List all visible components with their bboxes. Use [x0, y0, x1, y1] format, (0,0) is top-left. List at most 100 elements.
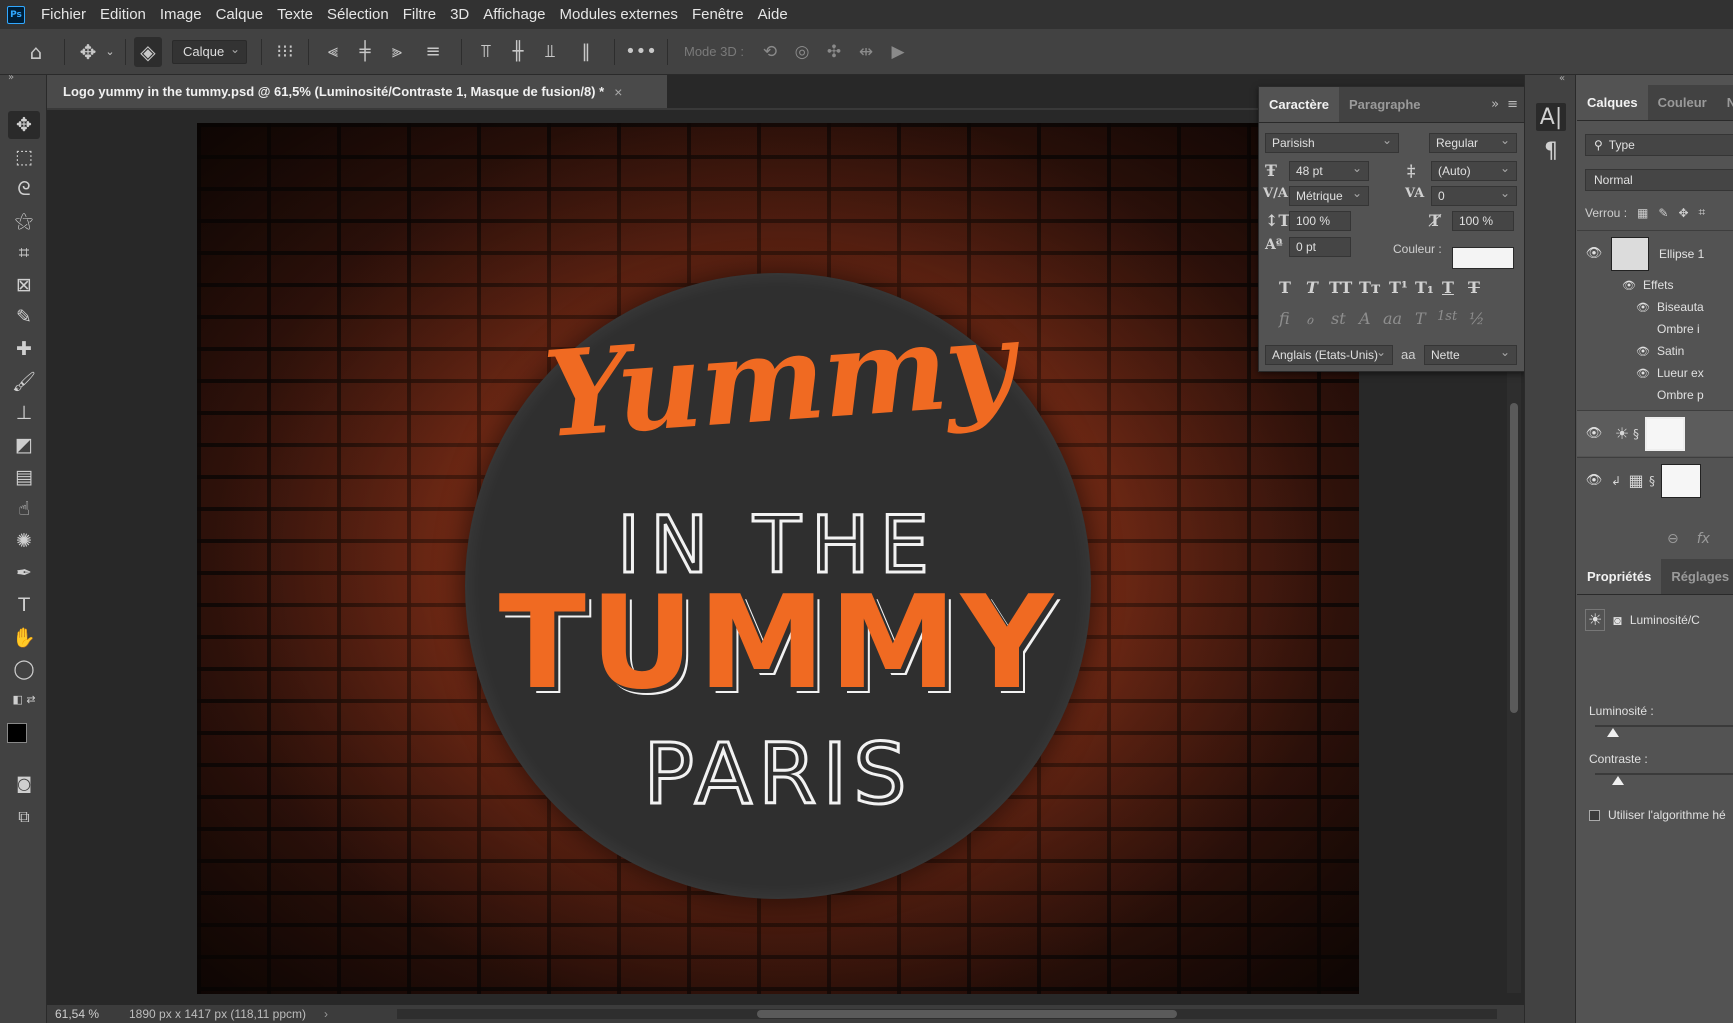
menu-fichier[interactable]: Fichier: [41, 6, 86, 23]
chevron-down-icon[interactable]: ⌄: [103, 37, 117, 67]
align-left-icon[interactable]: ⫷: [317, 37, 349, 67]
strikethrough-button[interactable]: T: [1468, 278, 1480, 297]
font-size-field[interactable]: 48 pt: [1289, 161, 1369, 181]
artwork-canvas[interactable]: Yummy IN THE TUMMY PARIS: [197, 123, 1359, 994]
tab-caractere[interactable]: Caractère: [1259, 87, 1339, 122]
link-layers-icon[interactable]: ⊖: [1667, 531, 1679, 547]
effect-row[interactable]: Ombre i: [1657, 318, 1700, 340]
move-tool-icon[interactable]: ✥: [8, 111, 40, 139]
canvas-vertical-scrollbar[interactable]: [1507, 348, 1521, 993]
faux-bold-button[interactable]: T: [1279, 278, 1291, 297]
font-family-dropdown[interactable]: Parisish: [1265, 133, 1399, 153]
tab-proprietes[interactable]: Propriétés: [1577, 559, 1662, 594]
contrast-slider-handle[interactable]: [1611, 776, 1624, 785]
sponge-tool-icon[interactable]: ✺: [8, 527, 40, 555]
tab-calques[interactable]: Calques: [1577, 85, 1648, 120]
panel-menu-icon[interactable]: ≡: [1507, 97, 1518, 112]
auto-select-layers-icon[interactable]: ◈: [134, 36, 162, 67]
marquee-tool-icon[interactable]: ⬚: [8, 143, 40, 171]
menu-filtre[interactable]: Filtre: [403, 6, 436, 23]
collapse-dock-icon[interactable]: «: [1559, 73, 1565, 84]
brightness-slider-track[interactable]: [1595, 725, 1733, 727]
healing-brush-tool-icon[interactable]: ✚: [8, 335, 40, 363]
faux-italic-button[interactable]: T: [1306, 278, 1318, 297]
visibility-eye-icon[interactable]: 👁: [1635, 345, 1651, 358]
mask-icon[interactable]: ◙: [1613, 612, 1621, 628]
zoom-level[interactable]: 61,54 %: [55, 1007, 117, 1021]
text-color-swatch[interactable]: [1452, 247, 1514, 269]
underline-button[interactable]: T: [1442, 278, 1454, 297]
lock-pixels-icon[interactable]: ✎: [1658, 206, 1668, 220]
pan-3d-icon[interactable]: ✣: [818, 37, 850, 67]
effect-row[interactable]: 👁 Lueur ex: [1635, 362, 1704, 384]
foreground-color-swatch[interactable]: [7, 723, 27, 743]
font-style-dropdown[interactable]: Regular: [1429, 133, 1517, 153]
screen-mode-icon[interactable]: ⧉: [8, 803, 40, 831]
antialias-dropdown[interactable]: Nette: [1424, 345, 1517, 365]
all-caps-button[interactable]: TT: [1329, 278, 1352, 297]
crop-tool-icon[interactable]: ⌗: [8, 239, 40, 267]
kerning-field[interactable]: Métrique: [1289, 186, 1369, 206]
tab-couleur[interactable]: Couleur: [1648, 85, 1717, 120]
lock-position-icon[interactable]: ✥: [1678, 206, 1688, 220]
old-style-button[interactable]: ℴ: [1306, 309, 1313, 328]
contrast-slider-track[interactable]: [1595, 773, 1733, 775]
effect-row[interactable]: 👁 Satin: [1635, 340, 1684, 362]
frame-tool-icon[interactable]: ⊠: [8, 271, 40, 299]
default-colors-icon[interactable]: ◧ ⇄: [8, 685, 40, 713]
tab-more[interactable]: N: [1717, 85, 1733, 120]
layer-row-adjustment[interactable]: 👁 ☀ §: [1577, 410, 1733, 456]
document-tab[interactable]: Logo yummy in the tummy.psd @ 61,5% (Lum…: [47, 75, 667, 108]
menu-calque[interactable]: Calque: [216, 6, 264, 23]
visibility-eye-icon[interactable]: 👁: [1635, 367, 1651, 380]
menu-texte[interactable]: Texte: [277, 6, 313, 23]
move-icon[interactable]: ✥: [73, 37, 103, 67]
legacy-algorithm-checkbox[interactable]: [1589, 809, 1600, 821]
ordinals-button[interactable]: 1st: [1437, 309, 1457, 324]
menu-selection[interactable]: Sélection: [327, 6, 389, 23]
more-icon[interactable]: •••: [623, 37, 659, 67]
type-tool-icon[interactable]: T: [8, 591, 40, 619]
scrollbar-thumb[interactable]: [1510, 403, 1518, 713]
discretionary-ligatures-button[interactable]: st: [1331, 309, 1346, 328]
effects-header[interactable]: 👁 Effets: [1621, 274, 1673, 296]
smudge-tool-icon[interactable]: ☝: [8, 495, 40, 523]
language-dropdown[interactable]: Anglais (Etats-Unis): [1265, 345, 1393, 365]
menu-3d[interactable]: 3D: [450, 6, 469, 23]
character-panel-icon[interactable]: A|: [1536, 103, 1566, 131]
visibility-eye-icon[interactable]: 👁: [1621, 279, 1637, 292]
menu-image[interactable]: Image: [160, 6, 202, 23]
visibility-eye-icon[interactable]: 👁: [1577, 426, 1611, 441]
menu-modules-externes[interactable]: Modules externes: [560, 6, 678, 23]
lock-artboard-icon[interactable]: ⌗: [1699, 205, 1706, 220]
camera-3d-icon[interactable]: ▶: [882, 37, 914, 67]
collapse-toolbar-icon[interactable]: »: [8, 72, 14, 83]
blend-mode-dropdown[interactable]: Normal: [1585, 169, 1733, 191]
tab-reglages[interactable]: Réglages: [1661, 559, 1733, 594]
close-icon[interactable]: ×: [614, 84, 622, 100]
pen-tool-icon[interactable]: ✒: [8, 559, 40, 587]
layer-row-ellipse[interactable]: 👁 Ellipse 1: [1577, 230, 1733, 276]
eraser-tool-icon[interactable]: ◩: [8, 431, 40, 459]
lock-transparency-icon[interactable]: ▦: [1637, 206, 1648, 220]
small-caps-button[interactable]: Tт: [1359, 278, 1381, 297]
layer-row-pattern[interactable]: 👁 ↲ ▦ §: [1577, 457, 1733, 503]
quick-mask-icon[interactable]: ◙: [8, 769, 40, 797]
swash-button[interactable]: A: [1359, 309, 1371, 328]
brightness-adjustment-icon[interactable]: ☀: [1585, 609, 1606, 631]
home-icon[interactable]: ⌂: [22, 37, 50, 67]
roll-3d-icon[interactable]: ◎: [786, 37, 818, 67]
effect-row[interactable]: 👁 Biseauta: [1635, 296, 1704, 318]
lasso-tool-icon[interactable]: ᘓ: [8, 175, 40, 203]
link-icon[interactable]: §: [1649, 474, 1661, 488]
fractions-button[interactable]: ½: [1469, 309, 1485, 328]
add-layer-style-icon[interactable]: fx: [1697, 531, 1710, 547]
visibility-eye-icon[interactable]: 👁: [1635, 301, 1651, 314]
slide-3d-icon[interactable]: ⇹: [850, 37, 882, 67]
horizontal-scale-field[interactable]: 100 %: [1452, 211, 1514, 231]
auto-select-target-dropdown[interactable]: Calque: [172, 39, 247, 64]
superscript-button[interactable]: T¹: [1389, 278, 1408, 297]
align-center-h-icon[interactable]: ╪: [349, 37, 381, 67]
ellipse-tool-icon[interactable]: ◯: [8, 655, 40, 683]
distribute-h-icon[interactable]: ≡: [413, 37, 453, 67]
